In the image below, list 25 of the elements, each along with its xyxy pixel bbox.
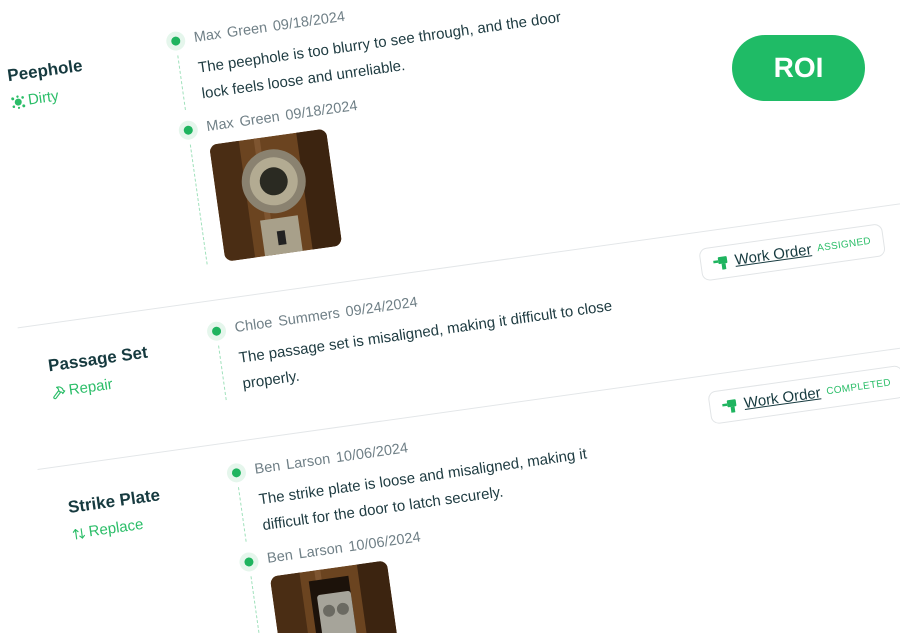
hammer-icon: [51, 384, 67, 400]
timeline-dot: [170, 36, 180, 46]
work-order-link[interactable]: Work Order: [734, 241, 813, 269]
tag-label: Repair: [68, 376, 114, 399]
timeline-dot: [230, 468, 242, 478]
work-order-status: ASSIGNED: [816, 236, 872, 254]
timeline-dot: [182, 125, 193, 136]
timeline-dot: [243, 556, 254, 568]
timeline-connector: [237, 487, 246, 542]
timeline-connector: [218, 346, 226, 400]
work-order-link[interactable]: Work Order: [742, 384, 822, 412]
drill-icon: [712, 254, 730, 270]
work-order-status: COMPLETED: [826, 377, 892, 398]
author-date: Ben Larson 10/06/2024: [266, 529, 422, 567]
item-name: Peephole: [6, 56, 84, 86]
tag-label: Dirty: [26, 88, 60, 109]
tag-label: Replace: [88, 516, 144, 540]
timeline-dot: [210, 326, 222, 336]
splat-icon: [10, 94, 26, 110]
author-date: Max Green 09/18/2024: [205, 98, 359, 136]
timeline-connector: [176, 55, 186, 110]
item-name: Strike Plate: [66, 485, 162, 518]
item-name: Passage Set: [46, 342, 149, 376]
swap-icon: [70, 525, 87, 542]
drill-icon: [721, 397, 740, 414]
